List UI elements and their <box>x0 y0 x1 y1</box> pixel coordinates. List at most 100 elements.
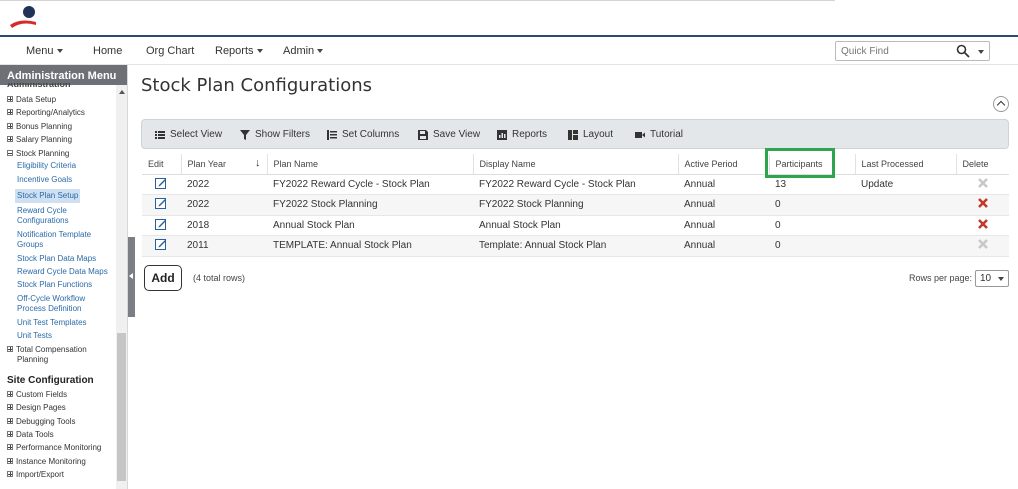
company-logo[interactable] <box>8 5 38 31</box>
sort-down-icon[interactable]: ↓ <box>255 157 261 169</box>
sidebar-link-incentive-goals[interactable]: Incentive Goals <box>17 175 72 185</box>
sidebar-scrollbar[interactable] <box>116 85 127 489</box>
list-icon <box>155 130 165 139</box>
column-header-plan-year[interactable]: Plan Year ↓ <box>181 154 268 175</box>
expand-icon[interactable] <box>7 471 13 477</box>
sidebar-link-process-definition[interactable]: Process Definition <box>17 304 81 314</box>
sidebar-item-custom-fields[interactable]: Custom Fields <box>7 390 67 400</box>
sidebar-item-import-export[interactable]: Import/Export <box>7 470 64 480</box>
column-header-delete[interactable]: Delete <box>956 154 1009 175</box>
edit-icon[interactable] <box>155 238 167 251</box>
rows-per-page-select[interactable]: 10 <box>975 270 1009 287</box>
sidebar-item-data-setup[interactable]: Data Setup <box>7 95 56 105</box>
search-icon[interactable] <box>956 44 970 58</box>
expand-icon[interactable] <box>7 404 13 410</box>
sidebar-item-label: Data Setup <box>16 95 57 104</box>
set-columns-label: Set Columns <box>342 129 400 140</box>
column-header-edit[interactable]: Edit <box>142 154 182 175</box>
reports-button[interactable]: Reports <box>497 129 547 140</box>
sidebar-item-instance-monitoring[interactable]: Instance Monitoring <box>7 457 86 467</box>
participants-cell: 0 <box>769 194 855 216</box>
sidebar-item-label: Design Pages <box>16 403 66 412</box>
show-filters-button[interactable]: Show Filters <box>240 129 310 140</box>
expand-icon[interactable] <box>7 418 13 424</box>
sidebar-item-stock-planning[interactable]: Stock Planning <box>7 149 69 159</box>
nav-admin[interactable]: Admin <box>283 45 324 57</box>
sidebar-subtitle: Administration <box>7 83 71 89</box>
nav-org-chart[interactable]: Org Chart <box>146 45 194 57</box>
sidebar-item-reporting[interactable]: Reporting/Analytics <box>7 108 85 118</box>
sidebar-item-salary-planning[interactable]: Salary Planning <box>7 135 72 145</box>
last-processed-cell <box>855 194 956 216</box>
column-header-display-name[interactable]: Display Name <box>473 154 679 175</box>
collapse-icon[interactable] <box>7 150 13 156</box>
quick-find-input[interactable] <box>836 42 946 60</box>
chevron-down-icon <box>56 49 63 53</box>
nav-org-chart-label: Org Chart <box>146 45 195 57</box>
sidebar-link-reward-cycle[interactable]: Reward Cycle <box>17 206 67 216</box>
sidebar-item-total-compensation-cont[interactable]: Planning <box>17 355 48 365</box>
sidebar-item-debugging-tools[interactable]: Debugging Tools <box>7 417 75 427</box>
sidebar-link-notification-template[interactable]: Notification Template <box>17 230 91 240</box>
column-header-participants[interactable]: Participants <box>769 154 856 175</box>
delete-icon[interactable] <box>977 197 989 209</box>
expand-icon[interactable] <box>7 136 13 142</box>
sidebar-item-bonus-planning[interactable]: Bonus Planning <box>7 122 72 132</box>
edit-cell <box>142 174 181 195</box>
expand-icon[interactable] <box>7 123 13 129</box>
expand-icon[interactable] <box>7 96 13 102</box>
edit-icon[interactable] <box>155 177 167 189</box>
rows-per-page-value: 10 <box>980 273 992 284</box>
sidebar-item-label: Custom Fields <box>16 390 68 399</box>
sidebar-item-data-tools[interactable]: Data Tools <box>7 430 54 440</box>
scroll-up-icon[interactable] <box>119 90 125 94</box>
quick-find-dropdown[interactable] <box>974 41 990 61</box>
sidebar-link-reward-cycle-data-maps[interactable]: Reward Cycle Data Maps <box>17 267 108 277</box>
sidebar-item-design-pages[interactable]: Design Pages <box>7 403 66 413</box>
header-top-line <box>0 0 835 1</box>
plan-year-cell: 2022 <box>181 194 267 216</box>
sidebar-link-reward-cycle-configurations[interactable]: Configurations <box>17 216 69 226</box>
quick-find[interactable] <box>835 41 975 61</box>
sidebar-item-performance-monitoring[interactable]: Performance Monitoring <box>7 443 101 453</box>
last-processed-cell <box>855 235 956 257</box>
collapse-section-button[interactable] <box>993 96 1009 112</box>
expand-icon[interactable] <box>7 444 13 450</box>
set-columns-button[interactable]: Set Columns <box>327 129 399 140</box>
expand-icon[interactable] <box>7 458 13 464</box>
expand-icon[interactable] <box>7 391 13 397</box>
nav-reports[interactable]: Reports <box>215 45 263 57</box>
sidebar-collapse-handle[interactable] <box>128 237 135 317</box>
scrollbar-thumb[interactable] <box>117 333 126 481</box>
sidebar-link-unit-tests[interactable]: Unit Tests <box>17 331 52 341</box>
sidebar-link-off-cycle-workflow[interactable]: Off-Cycle Workflow <box>17 294 85 304</box>
sidebar-item-total-compensation[interactable]: Total Compensation <box>7 345 87 355</box>
delete-cell <box>956 215 1009 236</box>
sidebar-link-unit-test-templates[interactable]: Unit Test Templates <box>17 318 87 328</box>
column-header-last-processed[interactable]: Last Processed <box>855 154 957 175</box>
edit-icon[interactable] <box>155 197 167 210</box>
add-button[interactable]: Add <box>144 265 182 291</box>
sidebar-link-eligibility-criteria[interactable]: Eligibility Criteria <box>17 161 76 171</box>
save-view-button[interactable]: Save View <box>418 129 480 140</box>
expand-icon[interactable] <box>7 346 13 352</box>
tutorial-button[interactable]: Tutorial <box>635 129 683 140</box>
expand-icon[interactable] <box>7 431 13 437</box>
sidebar-item-label: Debugging Tools <box>16 417 76 426</box>
sidebar-link-notification-groups[interactable]: Groups <box>17 240 43 250</box>
nav-menu[interactable]: Menu <box>26 45 63 57</box>
delete-icon[interactable] <box>977 218 989 230</box>
edit-icon[interactable] <box>155 218 167 230</box>
nav-home[interactable]: Home <box>93 45 122 57</box>
sidebar-link-stock-plan-setup[interactable]: Stock Plan Setup <box>15 189 81 203</box>
sidebar-link-stock-plan-data-maps[interactable]: Stock Plan Data Maps <box>17 254 96 264</box>
last-processed-cell[interactable]: Update <box>855 174 956 195</box>
select-view-button[interactable]: Select View <box>155 129 222 140</box>
expand-icon[interactable] <box>7 109 13 115</box>
column-header-plan-name[interactable]: Plan Name <box>267 154 474 175</box>
layout-button[interactable]: Layout <box>568 129 613 140</box>
admin-sidebar: Administration Menu Administration Data … <box>0 65 128 489</box>
table-row: 2022 FY2022 Stock Planning FY2022 Stock … <box>142 194 1009 216</box>
column-header-active-period[interactable]: Active Period <box>678 154 770 175</box>
sidebar-link-stock-plan-functions[interactable]: Stock Plan Functions <box>17 280 92 290</box>
